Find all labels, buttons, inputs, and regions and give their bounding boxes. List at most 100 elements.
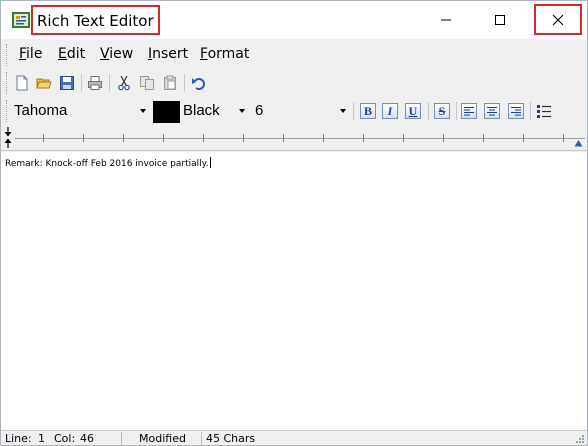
menu-bar: File Edit View Insert Format (1, 39, 587, 69)
ruler-tick (563, 134, 564, 142)
text-editor-area[interactable]: Remark: Knock-off Feb 2016 invoice parti… (1, 152, 587, 430)
align-left-button[interactable] (461, 103, 477, 119)
status-line-label: Line: (5, 432, 32, 445)
close-icon (552, 14, 564, 25)
toolbar-separator (456, 102, 457, 120)
ruler-tick (203, 134, 204, 142)
document-content[interactable]: Remark: Knock-off Feb 2016 invoice parti… (5, 157, 211, 170)
status-divider (201, 432, 202, 445)
ruler-tick (403, 134, 404, 142)
text-caret (209, 157, 211, 168)
status-col-label: Col: (54, 432, 76, 445)
chevron-down-icon[interactable] (239, 109, 245, 113)
toolbar-separator (184, 74, 185, 92)
copy-icon (140, 76, 154, 90)
undo-icon (192, 78, 205, 90)
ruler-tick (363, 134, 364, 142)
color-swatch (153, 101, 180, 123)
toolbar-separator (530, 102, 531, 120)
menu-insert[interactable]: Insert (148, 46, 188, 62)
status-divider (121, 432, 122, 445)
standard-toolbar (1, 69, 587, 97)
status-line-value: 1 (38, 432, 45, 445)
ruler[interactable] (1, 125, 587, 151)
ruler-tick (83, 134, 84, 142)
title-bar[interactable]: Rich Text Editor (1, 1, 587, 39)
status-char-count: 45 Chars (206, 432, 256, 445)
chevron-down-icon[interactable] (340, 109, 346, 113)
toolbar-grip[interactable] (6, 72, 8, 94)
font-size-combo[interactable]: 6 (251, 100, 348, 122)
underline-icon: U (408, 104, 418, 118)
formatting-toolbar: Tahoma Black 6 B I U S (1, 97, 587, 125)
minimize-button[interactable] (423, 1, 469, 39)
menu-edit[interactable]: Edit (58, 46, 85, 62)
align-center-button[interactable] (484, 103, 500, 119)
font-color-combo[interactable]: Black (153, 100, 247, 123)
bold-button[interactable]: B (360, 103, 376, 119)
notepad-app-icon (12, 12, 30, 28)
ruler-tick (163, 134, 164, 142)
bold-icon: B (363, 104, 372, 118)
left-indent-icon[interactable] (4, 138, 12, 148)
ruler-tick (523, 134, 524, 142)
chevron-down-icon[interactable] (140, 109, 146, 113)
menu-format[interactable]: Format (200, 46, 249, 62)
format-toolbar-grip[interactable] (6, 100, 8, 122)
ruler-tick (283, 134, 284, 142)
minimize-icon (441, 19, 451, 21)
status-bar: Line: 1 Col: 46 Modified 45 Chars (1, 430, 587, 445)
toolbar-separator (109, 74, 110, 92)
bullet-list-icon (537, 105, 551, 118)
font-name-combo[interactable]: Tahoma (10, 100, 148, 122)
toolbar-separator (81, 74, 82, 92)
ruler-tick (243, 134, 244, 142)
menu-view[interactable]: View (100, 46, 133, 62)
italic-button[interactable]: I (382, 103, 398, 119)
italic-icon: I (387, 104, 393, 118)
align-left-icon (464, 107, 474, 116)
maximize-icon (495, 15, 505, 25)
strikethrough-button[interactable]: S (434, 103, 450, 119)
bullets-button[interactable] (535, 102, 553, 120)
resize-grip-icon[interactable] (575, 434, 585, 444)
menubar-grip[interactable] (6, 44, 8, 66)
font-name-value: Tahoma (14, 102, 68, 119)
status-modified: Modified (139, 432, 186, 445)
cut-icon (118, 75, 130, 91)
font-size-value: 6 (255, 102, 264, 119)
underline-button[interactable]: U (405, 103, 421, 119)
save-button[interactable] (58, 74, 76, 92)
document-text[interactable]: Remark: Knock-off Feb 2016 invoice parti… (5, 159, 209, 169)
new-document-icon (16, 75, 28, 91)
align-right-button[interactable] (508, 103, 524, 119)
undo-button[interactable] (190, 74, 208, 92)
align-center-icon (487, 107, 497, 116)
ruler-tick (43, 134, 44, 142)
font-color-value: Black (183, 102, 220, 119)
strikethrough-icon: S (438, 104, 446, 118)
ruler-tick (123, 134, 124, 142)
print-button[interactable] (86, 74, 104, 92)
status-col-value: 46 (80, 432, 94, 445)
right-indent-icon[interactable] (574, 139, 583, 147)
ruler-baseline (15, 138, 585, 139)
open-folder-icon (36, 78, 52, 89)
copy-button[interactable] (138, 74, 156, 92)
rich-text-editor-window: Rich Text Editor File Edit View Insert F… (0, 0, 588, 446)
paste-icon (164, 75, 176, 90)
first-line-indent-icon[interactable] (4, 127, 12, 137)
menu-file[interactable]: File (19, 46, 42, 62)
ruler-tick (483, 134, 484, 142)
window-title: Rich Text Editor (31, 5, 160, 35)
new-button[interactable] (13, 74, 31, 92)
close-button[interactable] (534, 4, 582, 35)
paste-button[interactable] (161, 74, 179, 92)
open-button[interactable] (35, 74, 53, 92)
maximize-button[interactable] (477, 1, 523, 39)
toolbar-separator (353, 102, 354, 120)
toolbar-separator (428, 102, 429, 120)
ruler-tick (443, 134, 444, 142)
cut-button[interactable] (115, 74, 133, 92)
ruler-tick (323, 134, 324, 142)
